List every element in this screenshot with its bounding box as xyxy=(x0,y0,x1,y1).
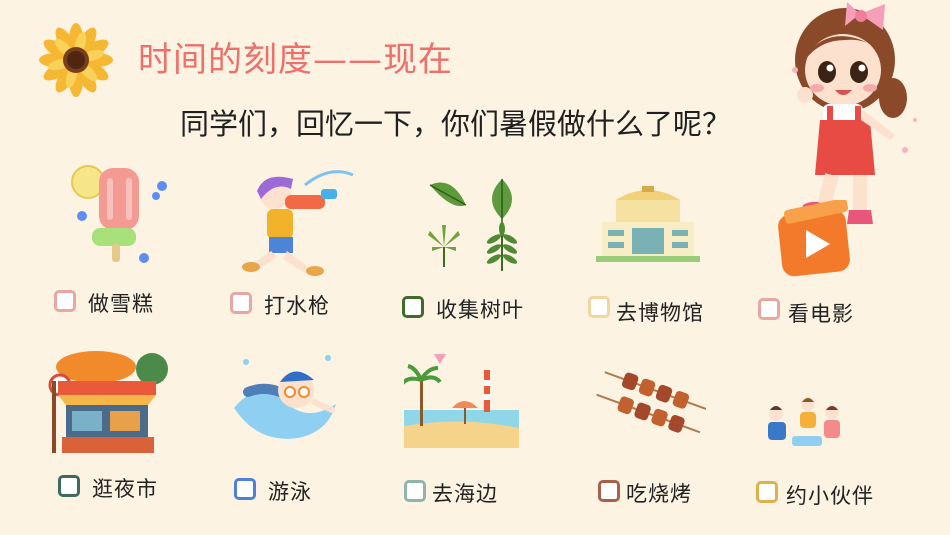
night-market-stall-icon xyxy=(48,351,168,453)
activity-checkbox[interactable] xyxy=(402,296,424,318)
activity-label: 看电影 xyxy=(788,302,854,326)
friends-playing-icon xyxy=(768,397,840,446)
activity-item-friends[interactable]: 约小伙伴 xyxy=(756,392,906,512)
activity-item-movie[interactable]: 看电影 xyxy=(758,200,898,330)
question-text: 同学们，回忆一下，你们暑假做什么了呢？ xyxy=(180,107,732,141)
activity-checkbox[interactable] xyxy=(758,298,780,320)
activity-label: 吃烧烤 xyxy=(626,482,692,506)
activity-label: 打水枪 xyxy=(264,294,330,318)
activity-item-bbq[interactable]: 吃烧烤 xyxy=(596,370,726,510)
sunflower-icon xyxy=(39,23,113,97)
museum-building-icon xyxy=(596,186,700,262)
leaves-icon xyxy=(428,179,518,271)
activity-item-swimming[interactable]: 游泳 xyxy=(228,348,358,508)
bbq-skewers-icon xyxy=(596,371,706,434)
activity-item-beach[interactable]: 去海边 xyxy=(402,350,532,510)
activity-label: 游泳 xyxy=(268,480,312,504)
activity-item-collect-leaves[interactable]: 收集树叶 xyxy=(402,175,552,325)
activity-checkbox[interactable] xyxy=(588,296,610,318)
activity-checkbox[interactable] xyxy=(404,480,426,502)
page-title: 时间的刻度——现在 xyxy=(138,40,453,80)
activity-label: 做雪糕 xyxy=(88,292,154,316)
activity-label: 收集树叶 xyxy=(436,298,524,322)
activity-label: 约小伙伴 xyxy=(786,484,874,508)
activity-checkbox[interactable] xyxy=(58,475,80,497)
activity-label: 去海边 xyxy=(432,482,498,506)
swimmer-icon xyxy=(234,355,336,439)
activity-item-night-market[interactable]: 逛夜市 xyxy=(48,345,188,505)
popsicle-icon xyxy=(71,165,167,263)
activity-label: 逛夜市 xyxy=(92,477,158,501)
movie-play-icon xyxy=(778,200,850,277)
activity-checkbox[interactable] xyxy=(756,481,778,503)
activity-checkbox[interactable] xyxy=(54,290,76,312)
activity-label: 去博物馆 xyxy=(616,301,704,325)
activity-item-museum[interactable]: 去博物馆 xyxy=(588,180,738,330)
water-gun-child-icon xyxy=(242,170,354,276)
activity-item-water-gun[interactable]: 打水枪 xyxy=(230,165,360,325)
activity-checkbox[interactable] xyxy=(234,478,256,500)
beach-icon xyxy=(404,354,519,448)
activity-item-make-popsicle[interactable]: 做雪糕 xyxy=(54,160,174,320)
activity-checkbox[interactable] xyxy=(230,292,252,314)
activity-checkbox[interactable] xyxy=(598,480,620,502)
